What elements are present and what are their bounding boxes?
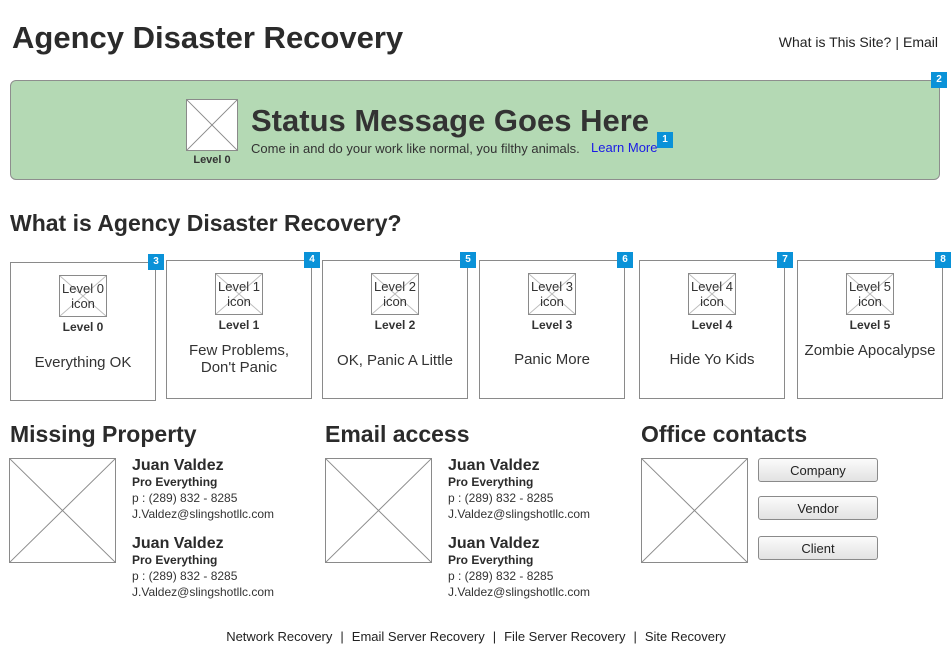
- contact-phone: p : (289) 832 - 8285: [448, 569, 554, 583]
- contact-email[interactable]: J.Valdez@slingshotllc.com: [132, 507, 274, 521]
- email-link[interactable]: Email: [903, 34, 938, 50]
- site-title: Agency Disaster Recovery: [12, 20, 404, 55]
- level-4-icon: Level 4 icon: [688, 273, 736, 315]
- level-card-0[interactable]: Level 0 icon Level 0 Everything OK 3: [10, 254, 164, 401]
- level-description: Zombie Apocalypse: [804, 342, 936, 359]
- status-level-image: [186, 99, 238, 151]
- annotation-badge: 3: [148, 254, 164, 270]
- top-links: What is This Site? | Email: [779, 34, 938, 50]
- office-contacts-image: [641, 458, 748, 563]
- contact-name: Juan Valdez: [448, 535, 540, 552]
- footer-links: Network Recovery | Email Server Recovery | F…: [0, 629, 952, 644]
- annotation-badge: 5: [460, 252, 476, 268]
- status-message: Come in and do your work like normal, yo…: [251, 141, 580, 156]
- network-recovery-link[interactable]: Network Recovery: [226, 629, 332, 644]
- levels-heading: What is Agency Disaster Recovery?: [10, 210, 402, 236]
- icon-placeholder-text: Level 5 icon: [849, 279, 891, 309]
- level-label: Level 3: [531, 318, 573, 332]
- level-description: Hide Yo Kids: [669, 351, 755, 368]
- level-1-icon: Level 1 icon: [215, 273, 263, 315]
- level-card-4[interactable]: Level 4 icon Level 4 Hide Yo Kids 7: [639, 252, 793, 399]
- contact-email[interactable]: J.Valdez@slingshotllc.com: [448, 507, 590, 521]
- annotation-badge: 6: [617, 252, 633, 268]
- level-card-3[interactable]: Level 3 icon Level 3 Panic More 6: [479, 252, 633, 399]
- level-5-icon: Level 5 icon: [846, 273, 894, 315]
- level-description: Panic More: [514, 351, 590, 368]
- icon-placeholder-text: Level 3 icon: [531, 279, 573, 309]
- contact-email[interactable]: J.Valdez@slingshotllc.com: [448, 585, 590, 599]
- contact-role: Pro Everything: [132, 475, 218, 489]
- link-separator: |: [633, 629, 637, 644]
- site-recovery-link[interactable]: Site Recovery: [645, 629, 726, 644]
- client-button[interactable]: Client: [758, 536, 878, 560]
- contact-name: Juan Valdez: [448, 457, 540, 474]
- icon-placeholder-text: Level 0 icon: [62, 281, 104, 311]
- link-separator: |: [340, 629, 344, 644]
- company-button[interactable]: Company: [758, 458, 878, 482]
- link-separator: |: [895, 34, 899, 50]
- level-label: Level 5: [849, 318, 891, 332]
- email-access-heading: Email access: [325, 421, 470, 447]
- level-description: Few Problems, Don't Panic: [188, 342, 290, 376]
- status-banner: Level 0 Status Message Goes Here Come in…: [10, 72, 947, 180]
- icon-placeholder-text: Level 2 icon: [374, 279, 416, 309]
- status-level-label: Level 0: [193, 154, 231, 166]
- file-server-recovery-link[interactable]: File Server Recovery: [504, 629, 625, 644]
- contact-role: Pro Everything: [448, 475, 534, 489]
- contact-role: Pro Everything: [132, 553, 218, 567]
- icon-placeholder-text: Level 1 icon: [218, 279, 260, 309]
- email-server-recovery-link[interactable]: Email Server Recovery: [352, 629, 485, 644]
- office-contacts-heading: Office contacts: [641, 421, 808, 447]
- contact-email[interactable]: J.Valdez@slingshotllc.com: [132, 585, 274, 599]
- missing-property-heading: Missing Property: [10, 421, 197, 447]
- annotation-badge: 4: [304, 252, 320, 268]
- level-description: OK, Panic A Little: [337, 352, 453, 369]
- contact-name: Juan Valdez: [132, 457, 224, 474]
- contact-role: Pro Everything: [448, 553, 534, 567]
- level-card-1[interactable]: Level 1 icon Level 1 Few Problems, Don't…: [166, 252, 320, 399]
- contact-phone: p : (289) 832 - 8285: [132, 569, 238, 583]
- icon-placeholder-text: Level 4 icon: [691, 279, 733, 309]
- level-card-2[interactable]: Level 2 icon Level 2 OK, Panic A Little …: [322, 252, 476, 399]
- level-label: Level 1: [218, 318, 260, 332]
- learn-more-link[interactable]: Learn More: [591, 140, 657, 155]
- level-card-5[interactable]: Level 5 icon Level 5 Zombie Apocalypse 8: [797, 252, 951, 399]
- level-label: Level 2: [374, 318, 416, 332]
- vendor-button[interactable]: Vendor: [758, 496, 878, 520]
- level-label: Level 0: [62, 320, 104, 334]
- annotation-badge: 8: [935, 252, 951, 268]
- annotation-badge: 1: [657, 132, 673, 148]
- what-is-this-site-link[interactable]: What is This Site?: [779, 34, 892, 50]
- link-separator: |: [492, 629, 497, 644]
- level-label: Level 4: [691, 318, 733, 332]
- level-description: Everything OK: [34, 354, 132, 371]
- level-0-icon: Level 0 icon: [59, 275, 107, 317]
- contact-phone: p : (289) 832 - 8285: [448, 491, 554, 505]
- missing-property-image: [9, 458, 116, 563]
- annotation-badge: 7: [777, 252, 793, 268]
- status-title: Status Message Goes Here: [251, 103, 650, 138]
- contact-phone: p : (289) 832 - 8285: [132, 491, 238, 505]
- level-3-icon: Level 3 icon: [528, 273, 576, 315]
- contact-name: Juan Valdez: [132, 535, 224, 552]
- annotation-badge: 2: [931, 72, 947, 88]
- email-access-image: [325, 458, 432, 563]
- level-2-icon: Level 2 icon: [371, 273, 419, 315]
